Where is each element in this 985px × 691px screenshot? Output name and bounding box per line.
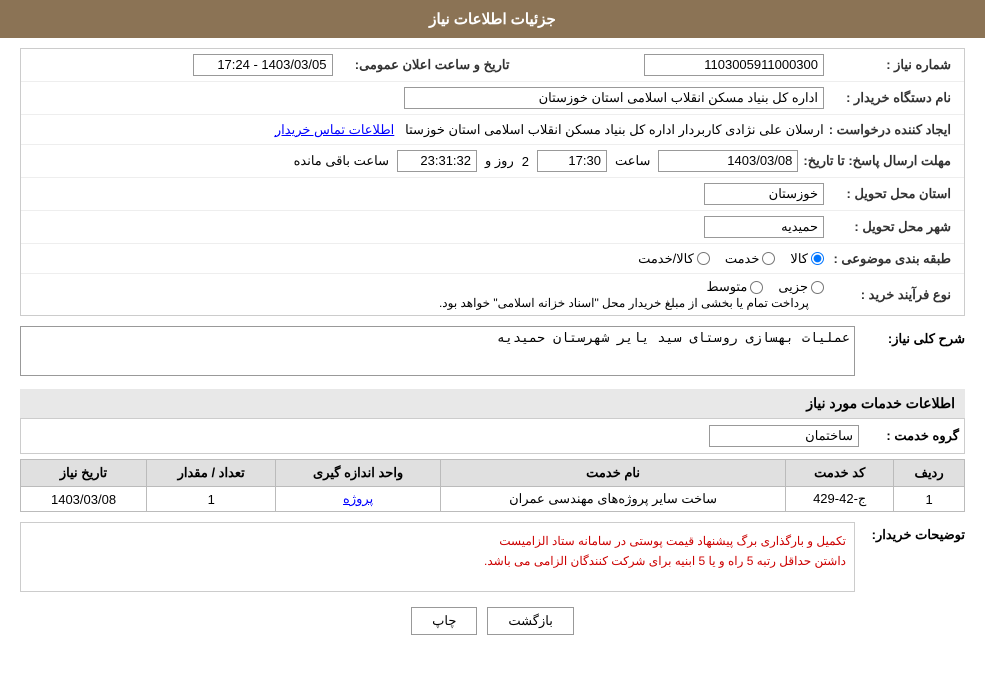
back-button[interactable]: بازگشت <box>487 607 573 635</box>
radio-motawaset-label: متوسط <box>706 279 747 295</box>
need-number-value: 1103005911000300 <box>518 52 830 78</box>
col-count: تعداد / مقدار <box>147 460 276 487</box>
button-row: بازگشت چاپ <box>20 607 965 635</box>
service-group-row: گروه خدمت : ساختمان <box>20 419 965 454</box>
province-input: خوزستان <box>704 183 824 205</box>
radio-kala-khedmat[interactable] <box>697 252 710 265</box>
need-number-input: 1103005911000300 <box>644 54 824 76</box>
buyer-input: اداره کل بنیاد مسکن انقلاب اسلامی استان … <box>404 87 824 109</box>
need-desc-textarea[interactable] <box>20 326 855 376</box>
category-radio-group: کالا خدمت کالا/خدمت <box>31 251 824 267</box>
buyer-value: اداره کل بنیاد مسکن انقلاب اسلامی استان … <box>26 85 829 111</box>
radio-kala[interactable] <box>811 252 824 265</box>
print-button[interactable]: چاپ <box>411 607 477 635</box>
buyer-notes-wrapper: توضیحات خریدار: تکمیل و بارگذاری برگ پیش… <box>20 522 965 592</box>
col-unit: واحد اندازه گیری <box>276 460 441 487</box>
creator-value: ارسلان علی نژادی کاربردار اداره کل بنیاد… <box>26 120 829 140</box>
creator-text: ارسلان علی نژادی کاربردار اداره کل بنیاد… <box>405 122 824 137</box>
need-desc-container: // Will be populated after DOM ready <box>20 326 855 379</box>
need-number-label: شماره نیاز : <box>829 57 959 73</box>
deadline-label: مهلت ارسال پاسخ: تا تاریخ: <box>803 153 959 169</box>
radio-kala-label: کالا <box>790 251 808 267</box>
cell-name: ساخت سایر پروژه‌های مهندسی عمران <box>440 487 785 512</box>
buyer-notes-label: توضیحات خریدار: <box>865 522 965 543</box>
cell-row: 1 <box>894 487 965 512</box>
services-section-title: اطلاعات خدمات مورد نیاز <box>20 389 965 419</box>
cell-unit[interactable]: پروژه <box>276 487 441 512</box>
radio-jozi[interactable] <box>811 281 824 294</box>
city-row: شهر محل تحویل : حمیدیه <box>21 211 964 244</box>
radio-kala-khedmat-label: کالا/خدمت <box>638 251 694 267</box>
page-header: جزئیات اطلاعات نیاز <box>0 0 985 38</box>
need-number-row: شماره نیاز : 1103005911000300 تاریخ و سا… <box>21 49 964 82</box>
buyer-label: نام دستگاه خریدار : <box>829 90 959 106</box>
cell-date: 1403/03/08 <box>21 487 147 512</box>
buyer-notes-line1: تکمیل و بارگذاری برگ پیشنهاد قیمت پوستی … <box>29 531 846 551</box>
province-row: استان محل تحویل : خوزستان <box>21 178 964 211</box>
city-value: حمیدیه <box>26 214 829 240</box>
send-time-input: 17:30 <box>537 150 607 172</box>
days-value: 2 <box>522 154 529 169</box>
category-value: کالا خدمت کالا/خدمت <box>26 249 829 269</box>
days-label: روز و <box>485 153 514 169</box>
need-desc-label: شرح کلی نیاز: <box>865 326 965 347</box>
page-title: جزئیات اطلاعات نیاز <box>429 11 556 28</box>
services-table: ردیف کد خدمت نام خدمت واحد اندازه گیری ت… <box>20 459 965 512</box>
city-label: شهر محل تحویل : <box>829 219 959 235</box>
province-value: خوزستان <box>26 181 829 207</box>
col-name: نام خدمت <box>440 460 785 487</box>
cell-code: ج-42-429 <box>786 487 894 512</box>
service-group-label: گروه خدمت : <box>859 428 959 444</box>
remaining-label: ساعت باقی مانده <box>294 153 389 169</box>
radio-jozi-label: جزیی <box>778 279 808 295</box>
city-input: حمیدیه <box>704 216 824 238</box>
col-code: کد خدمت <box>786 460 894 487</box>
radio-item-khedmat: خدمت <box>725 251 776 267</box>
creator-row: ایجاد کننده درخواست : ارسلان علی نژادی ک… <box>21 115 964 145</box>
radio-motawaset[interactable] <box>750 281 763 294</box>
category-label: طبقه بندی موضوعی : <box>829 251 959 267</box>
send-date-input: 1403/03/08 <box>658 150 798 172</box>
col-date: تاریخ نیاز <box>21 460 147 487</box>
buyer-notes-box: تکمیل و بارگذاری برگ پیشنهاد قیمت پوستی … <box>20 522 855 592</box>
province-label: استان محل تحویل : <box>829 186 959 202</box>
col-row: ردیف <box>894 460 965 487</box>
category-row: طبقه بندی موضوعی : کالا خدمت <box>21 244 964 274</box>
main-info-section: شماره نیاز : 1103005911000300 تاریخ و سا… <box>20 48 965 316</box>
announce-datetime-input: 1403/03/05 - 17:24 <box>193 54 333 76</box>
radio-item-kala-khedmat: کالا/خدمت <box>638 251 710 267</box>
announce-datetime-value: 1403/03/05 - 17:24 <box>26 52 338 78</box>
remaining-input: 23:31:32 <box>397 150 477 172</box>
buyer-row: نام دستگاه خریدار : اداره کل بنیاد مسکن … <box>21 82 964 115</box>
buyer-notes-line2: داشتن حداقل رتبه 5 راه و یا 5 ابنیه برای… <box>29 551 846 571</box>
cell-count: 1 <box>147 487 276 512</box>
send-time-label: ساعت <box>615 153 650 169</box>
service-group-input: ساختمان <box>709 425 859 447</box>
purchase-type-value: جزیی متوسط پرداخت تمام یا بخشی از مبلغ خ… <box>26 277 829 312</box>
purchase-note: پرداخت تمام یا بخشی از مبلغ خریدار محل "… <box>439 296 809 310</box>
radio-item-jozi: جزیی <box>778 279 824 295</box>
purchase-type-row: نوع فرآیند خرید : جزیی متوسط پرداخت تمام… <box>21 274 964 315</box>
purchase-type-radio-group: جزیی متوسط <box>31 279 824 295</box>
announce-datetime-label: تاریخ و ساعت اعلان عمومی: <box>338 57 518 73</box>
table-row: 1 ج-42-429 ساخت سایر پروژه‌های مهندسی عم… <box>21 487 965 512</box>
radio-khedmat[interactable] <box>762 252 775 265</box>
need-desc-wrapper: شرح کلی نیاز: // Will be populated after… <box>20 326 965 379</box>
deadline-row: مهلت ارسال پاسخ: تا تاریخ: 1403/03/08 سا… <box>21 145 964 178</box>
radio-item-kala: کالا <box>790 251 824 267</box>
creator-label: ایجاد کننده درخواست : <box>829 122 959 138</box>
time-section: 1403/03/08 ساعت 17:30 2 روز و 23:31:32 س… <box>31 150 798 172</box>
purchase-type-label: نوع فرآیند خرید : <box>829 287 959 303</box>
radio-item-motawaset: متوسط <box>706 279 763 295</box>
radio-khedmat-label: خدمت <box>725 251 760 267</box>
contact-link[interactable]: اطلاعات تماس خریدار <box>275 122 394 137</box>
deadline-value: 1403/03/08 ساعت 17:30 2 روز و 23:31:32 س… <box>26 148 803 174</box>
